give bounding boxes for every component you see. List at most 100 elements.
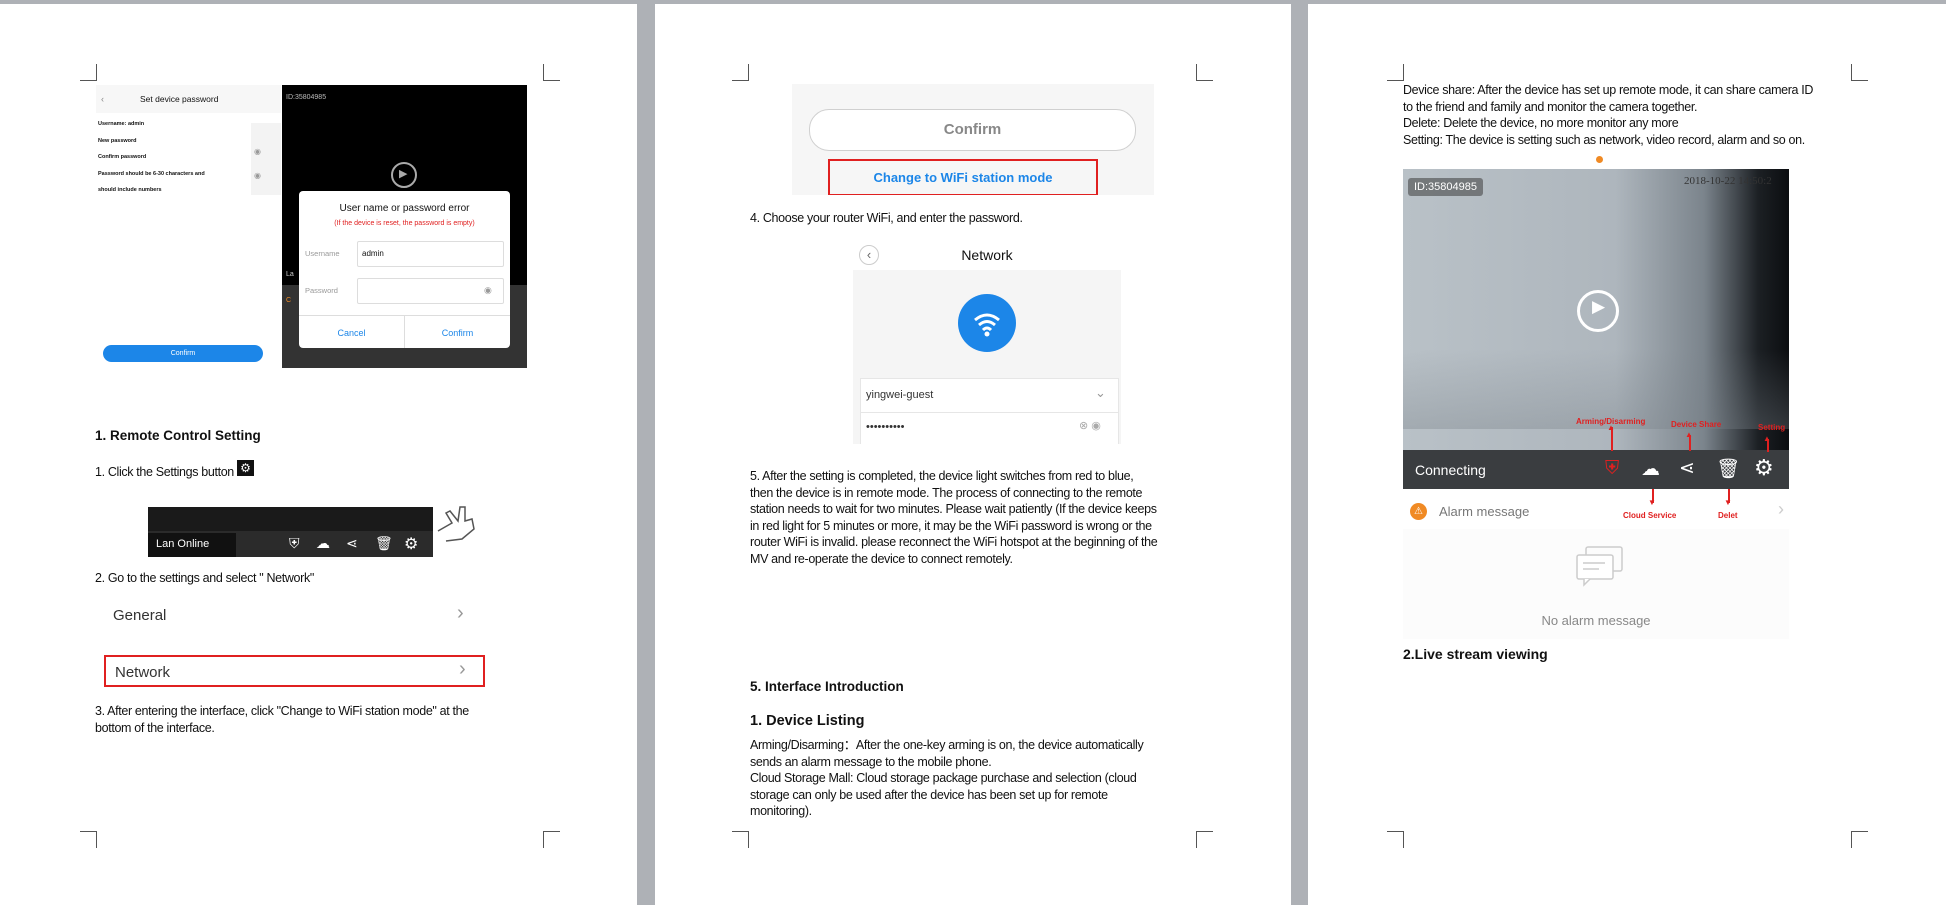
step-3-line: 3. After entering the interface, click "… [95, 704, 469, 718]
menu-item-general[interactable]: General › [104, 599, 474, 631]
gear-icon[interactable]: ⚙ [404, 534, 418, 554]
wifi-password-field[interactable]: •••••••••• ⊗ ◉ [860, 412, 1119, 444]
chevron-down-icon: ⌄ [1095, 385, 1106, 400]
document-page-2: Confirm Change to WiFi station mode 4. C… [655, 4, 1291, 905]
share-icon[interactable]: ⋖ [346, 535, 358, 552]
page-marker-dot [1596, 156, 1603, 163]
confirm-button[interactable]: Confirm [103, 345, 263, 362]
confirm-button[interactable]: Confirm [809, 109, 1136, 151]
wifi-mode-screenshot: Confirm Change to WiFi station mode [792, 84, 1154, 195]
step-4-text: 4. Choose your router WiFi, and enter th… [750, 211, 1023, 225]
device-id-badge: ID:35804985 [1408, 178, 1483, 196]
new-password-row[interactable]: New password [98, 138, 137, 144]
arrow-head: ▲ [1763, 434, 1771, 443]
crop-mark [80, 64, 97, 81]
password-error-screenshot: ID:35804985 ▶ La C User name or password… [282, 85, 527, 368]
step-5-line: in red light for 5 minutes or more, it m… [750, 518, 1152, 533]
step-5-line: then the device is in remote mode. The p… [750, 485, 1143, 500]
password-mask: •••••••••• [866, 421, 905, 433]
trash-icon[interactable]: 🗑 [375, 535, 393, 552]
intro-line: Setting: The device is setting such as n… [1403, 132, 1805, 147]
step-3-paragraph: 3. After entering the interface, click "… [95, 703, 469, 736]
shield-icon[interactable]: ⛨ [289, 535, 300, 552]
chevron-right-icon: › [459, 658, 466, 680]
wifi-icon [958, 294, 1016, 352]
intro-line: to the friend and family and monitor the… [1403, 99, 1698, 114]
password-label: Password [305, 286, 338, 295]
dialog-hint: (If the device is reset, the password is… [334, 220, 475, 227]
step-2-text: 2. Go to the settings and select " Netwo… [95, 571, 314, 585]
section-heading: 1. Remote Control Setting [95, 428, 261, 443]
ssid-value: yingwei-guest [866, 389, 934, 401]
alarm-message-label: Alarm message [1439, 504, 1530, 519]
network-title: Network [961, 247, 1013, 263]
document-page-3: Device share: After the device has set u… [1308, 4, 1946, 905]
setting-annotation: Setting [1758, 423, 1786, 432]
username-value: admin [362, 249, 384, 258]
toolbar-screenshot: Lan Online ⛨ ☁ ⋖ 🗑 ⚙ [148, 507, 433, 557]
eye-icon[interactable]: ◉ [254, 147, 261, 156]
username-row: Username: admin [98, 121, 145, 127]
intro-line: Device share: After the device has set u… [1403, 83, 1814, 97]
eye-icon[interactable]: ⊗ ◉ [1079, 419, 1101, 432]
shield-icon[interactable]: ⛨ [1605, 458, 1619, 480]
crop-mark [1387, 64, 1404, 81]
crop-mark [1196, 831, 1213, 848]
alarm-message-row[interactable]: ⚠ Alarm message › [1403, 498, 1793, 526]
arrow-head: ▲ [1607, 423, 1615, 432]
confirm-password-row[interactable]: Confirm password [98, 154, 146, 160]
crop-mark [80, 831, 97, 848]
listing-line: storage can only be used after the devic… [750, 787, 1108, 802]
share-icon[interactable]: ⋖ [1679, 457, 1695, 480]
listing-line: sends an alarm message to the mobile pho… [750, 754, 992, 769]
step-5-line: router WiFi is invalid. please reconnect… [750, 535, 1158, 549]
no-alarm-text: No alarm message [1541, 613, 1651, 628]
menu-general-label: General [113, 607, 167, 624]
password-field[interactable]: ◉ [357, 278, 504, 304]
interface-heading: 5. Interface Introduction [750, 679, 904, 694]
status-label: Lan Online [156, 538, 210, 550]
play-triangle: ▶ [399, 168, 408, 180]
dialog-title: User name or password error [339, 203, 470, 214]
set-password-title: Set device password [140, 94, 219, 104]
crop-mark [1851, 831, 1868, 848]
timestamp: 2018-10-22 14:50:2 [1684, 175, 1772, 187]
cancel-button[interactable]: Cancel [299, 328, 404, 338]
cloud-icon[interactable]: ☁ [1641, 458, 1660, 481]
crop-mark [543, 64, 560, 81]
settings-icon-inline: ⚙ [237, 460, 254, 476]
listing-line: Arming/Disarming：After the one-key armin… [750, 738, 1144, 752]
device-listing-paragraph: Arming/Disarming：After the one-key armin… [750, 737, 1144, 820]
document-page-1: ‹ Set device password Username: admin Ne… [0, 4, 637, 905]
menu-item-network[interactable]: Network › [104, 655, 485, 687]
trash-icon[interactable]: 🗑 [1716, 457, 1740, 481]
crop-mark [732, 831, 749, 848]
listing-line: Cloud Storage Mall: Cloud storage packag… [750, 771, 1137, 785]
crop-mark [1196, 64, 1213, 81]
camera-viewer-screenshot: ID:35804985 2018-10-22 14:50:2 ▶ Connect… [1403, 169, 1789, 489]
error-dialog: User name or password error (If the devi… [299, 191, 510, 348]
menu-network-label: Network [115, 664, 171, 681]
gear-icon[interactable]: ⚙ [1754, 455, 1774, 481]
chevron-right-icon: › [1778, 499, 1784, 519]
eye-icon[interactable]: ◉ [484, 285, 492, 296]
background-text: C [286, 297, 292, 304]
chat-bubble-icon [1572, 545, 1628, 587]
live-stream-heading: 2.Live stream viewing [1403, 646, 1548, 662]
crop-mark [1851, 64, 1868, 81]
cloud-icon[interactable]: ☁ [316, 535, 330, 552]
eye-icon[interactable]: ◉ [254, 171, 261, 180]
step-5-line: MV and re-operate the device to connect … [750, 551, 1013, 566]
device-listing-heading: 1. Device Listing [750, 713, 865, 729]
confirm-button[interactable]: Confirm [405, 328, 510, 338]
username-field[interactable]: admin [357, 241, 504, 267]
change-to-wifi-station-link[interactable]: Change to WiFi station mode [828, 159, 1098, 195]
back-icon[interactable]: ‹ [101, 94, 104, 104]
pointing-hand-icon [432, 501, 480, 545]
intro-line: Delete: Delete the device, no more monit… [1403, 116, 1679, 130]
step-3-line: bottom of the interface. [95, 720, 215, 735]
background-text: La [286, 271, 294, 278]
ssid-select[interactable]: yingwei-guest ⌄ [860, 378, 1119, 413]
alarm-icon: ⚠ [1410, 503, 1427, 520]
step-5-line: station needs to wait for two minutes. P… [750, 502, 1157, 516]
